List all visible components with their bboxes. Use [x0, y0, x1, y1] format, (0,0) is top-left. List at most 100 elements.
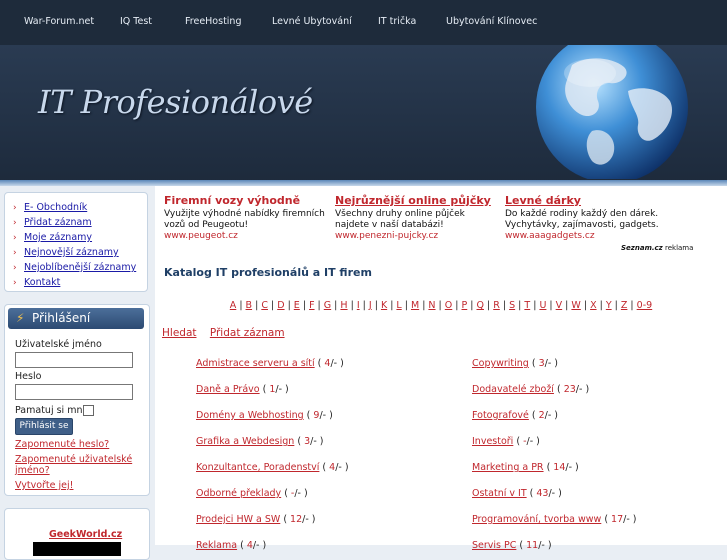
- category-link[interactable]: Dodavatelé zboží: [472, 384, 554, 395]
- ad-url[interactable]: www.peugeot.cz: [164, 231, 329, 242]
- seznam-ad-label[interactable]: Seznam.cz reklama: [621, 244, 693, 252]
- category-link[interactable]: Copywriting: [472, 358, 529, 369]
- category-link[interactable]: Investoři: [472, 436, 513, 447]
- letter-separator: |: [314, 300, 324, 311]
- header-banner: IT Profesionálové: [0, 45, 727, 185]
- sidebar-item-pridat-zaznam[interactable]: › Přidat záznam: [13, 216, 143, 231]
- count-close: /- ): [319, 410, 333, 421]
- category-item: Dodavatelé zboží ( 23/- ): [472, 384, 589, 395]
- sidebar-item-label[interactable]: E- Obchodník: [24, 202, 87, 213]
- sidebar-item-nejoblibenejsi[interactable]: › Nejoblíbenější záznamy: [13, 261, 143, 276]
- ad-block[interactable]: Firemní vozy výhodně Využijte výhodné na…: [164, 194, 329, 242]
- letter-separator: |: [499, 300, 510, 311]
- category-count: 14: [553, 462, 566, 473]
- category-link[interactable]: Admistrace serveru a sítí: [196, 358, 315, 369]
- category-link[interactable]: Konzultantce, Poradenství: [196, 462, 319, 473]
- register-link[interactable]: Vytvořte jej!: [15, 480, 73, 491]
- category-item: Copywriting ( 3/- ): [472, 358, 558, 369]
- nav-link-iq-test[interactable]: IQ Test: [120, 16, 152, 27]
- ad-image[interactable]: [33, 542, 121, 556]
- username-input[interactable]: [15, 352, 133, 368]
- ad-block[interactable]: Levné dárky Do každé rodiny každý den dá…: [505, 194, 665, 242]
- login-button[interactable]: Přihlásit se: [15, 418, 73, 435]
- category-link[interactable]: Domény a Webhosting: [196, 410, 304, 421]
- count-open: (: [513, 436, 524, 447]
- nav-link-war-forum[interactable]: War-Forum.net: [24, 16, 94, 27]
- letter-separator: |: [627, 300, 637, 311]
- letter-separator: |: [483, 300, 494, 311]
- add-record-link[interactable]: Přidat záznam: [210, 327, 285, 339]
- letter-link-n[interactable]: N: [428, 300, 435, 311]
- geekworld-link[interactable]: GeekWorld.cz: [49, 529, 122, 540]
- count-close: /- ): [526, 436, 540, 447]
- letter-link-w[interactable]: W: [571, 300, 580, 311]
- remember-checkbox[interactable]: [83, 405, 94, 416]
- nav-link-ubytovani-klinovec[interactable]: Ubytování Klínovec: [446, 16, 537, 27]
- letter-link-r[interactable]: R: [493, 300, 500, 311]
- forgot-username-link-1[interactable]: Zapomenuté uživatelské: [15, 454, 132, 465]
- sidebar-item-label[interactable]: Přidat záznam: [24, 217, 92, 228]
- category-link[interactable]: Servis PC: [472, 540, 516, 551]
- ad-title[interactable]: Firemní vozy výhodně: [164, 194, 329, 207]
- ad-url[interactable]: www.penezni-pujcky.cz: [335, 231, 500, 242]
- sidebar-item-e-obchodnik[interactable]: › E- Obchodník: [13, 201, 143, 216]
- count-close: /- ): [310, 436, 324, 447]
- password-input[interactable]: [15, 384, 133, 400]
- letter-link-d[interactable]: D: [277, 300, 284, 311]
- ad-url[interactable]: www.aaagadgets.cz: [505, 231, 665, 242]
- sidebar-item-moje-zaznamy[interactable]: › Moje záznamy: [13, 231, 143, 246]
- seznam-brand: Seznam.cz: [621, 244, 663, 252]
- nav-link-freehosting[interactable]: FreeHosting: [185, 16, 241, 27]
- catalog-title: Katalog IT profesionálů a IT firem: [164, 266, 372, 279]
- chevron-right-icon: ›: [13, 248, 17, 258]
- count-open: (: [280, 514, 291, 525]
- forgot-username-link-2[interactable]: jméno?: [15, 465, 50, 476]
- ad-title[interactable]: Nejrůznější online půjčky: [335, 194, 500, 207]
- letter-link-c[interactable]: C: [261, 300, 268, 311]
- nav-link-levne-ubytovani[interactable]: Levné Ubytování: [272, 16, 352, 27]
- category-link[interactable]: Ostatní v IT: [472, 488, 527, 499]
- forgot-password-link[interactable]: Zapomenuté heslo?: [15, 439, 109, 450]
- count-close: /- ): [538, 540, 552, 551]
- letter-link-h[interactable]: H: [340, 300, 347, 311]
- ad-description: Využijte výhodné nabídky firemních vozů …: [164, 209, 325, 230]
- category-link[interactable]: Fotografové: [472, 410, 529, 421]
- count-close: /- ): [544, 410, 559, 421]
- sidebar-item-label[interactable]: Kontakt: [24, 277, 60, 288]
- count-open: (: [259, 384, 270, 395]
- category-link[interactable]: Reklama: [196, 540, 237, 551]
- sidebar-item-label[interactable]: Nejoblíbenější záznamy: [24, 262, 136, 273]
- letter-link-q[interactable]: Q: [477, 300, 484, 311]
- ad-title[interactable]: Levné dárky: [505, 194, 665, 207]
- sidebar-item-label[interactable]: Nejnovější záznamy: [24, 247, 119, 258]
- sidebar-item-kontakt[interactable]: › Kontakt: [13, 276, 143, 291]
- category-link[interactable]: Odborné překlady: [196, 488, 281, 499]
- category-item: Odborné překlady ( -/- ): [196, 488, 308, 499]
- category-link[interactable]: Daně a Právo: [196, 384, 260, 395]
- category-link[interactable]: Prodejci HW a SW: [196, 514, 280, 525]
- category-link[interactable]: Programování, tvorba www: [472, 514, 601, 525]
- letter-separator: |: [546, 300, 556, 311]
- category-link[interactable]: Grafika a Webdesign: [196, 436, 294, 447]
- ad-block[interactable]: Nejrůznější online půjčky Všechny druhy …: [335, 194, 500, 242]
- letter-separator: |: [611, 300, 621, 311]
- category-item: Investoři ( -/- ): [472, 436, 540, 447]
- site-logo[interactable]: IT Profesionálové: [38, 83, 313, 121]
- sidebar-item-label[interactable]: Moje záznamy: [24, 232, 92, 243]
- sidebar-item-nejnovejsi[interactable]: › Nejnovější záznamy: [13, 246, 143, 261]
- category-item: Admistrace serveru a sítí ( 4/- ): [196, 358, 344, 369]
- category-item: Grafika a Webdesign ( 3/- ): [196, 436, 323, 447]
- category-link[interactable]: Marketing a PR: [472, 462, 544, 473]
- letter-separator: |: [252, 300, 262, 311]
- letter-link-0-9[interactable]: 0-9: [637, 300, 653, 311]
- nav-link-it-tricka[interactable]: IT trička: [378, 16, 416, 27]
- category-count: 23: [563, 384, 576, 395]
- sidebar: › E- Obchodník › Přidat záznam › Moje zázna…: [4, 192, 150, 560]
- login-panel: ⚡ Přihlášení Uživatelské jméno Heslo Pam…: [4, 304, 150, 496]
- count-close: /- ): [275, 384, 289, 395]
- letter-link-m[interactable]: M: [411, 300, 419, 311]
- count-open: (: [237, 540, 247, 551]
- letter-separator: |: [467, 300, 477, 311]
- search-link[interactable]: Hledat: [162, 327, 197, 339]
- count-close: /- ): [330, 358, 344, 369]
